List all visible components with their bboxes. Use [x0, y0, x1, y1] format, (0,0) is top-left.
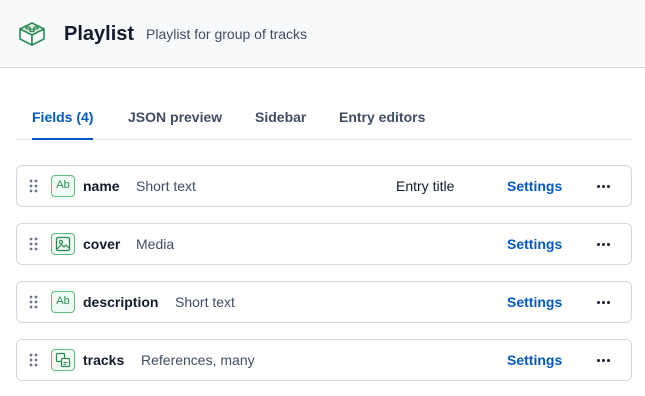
tab-bar: Fields (4) JSON preview Sidebar Entry ed…: [16, 98, 632, 140]
text-icon: Ab: [51, 175, 75, 197]
field-type: Short text: [136, 178, 196, 194]
tab-sidebar[interactable]: Sidebar: [255, 98, 306, 139]
field-row-tracks[interactable]: tracks References, many Settings: [16, 339, 632, 381]
entry-title-label: Entry title: [396, 178, 455, 194]
media-icon: [51, 233, 75, 255]
field-name: name: [83, 178, 120, 194]
more-actions-icon[interactable]: [595, 235, 615, 253]
text-icon-label: Ab: [56, 179, 70, 191]
field-type: Media: [136, 236, 175, 252]
field-name: description: [83, 294, 159, 310]
field-type: Short text: [175, 294, 235, 310]
tab-fields[interactable]: Fields (4): [32, 98, 94, 140]
references-icon: [51, 349, 75, 371]
tab-json-preview[interactable]: JSON preview: [128, 98, 222, 139]
field-row-description[interactable]: Ab description Short text Settings: [16, 281, 632, 323]
settings-button[interactable]: Settings: [507, 293, 562, 311]
settings-button[interactable]: Settings: [507, 235, 562, 253]
settings-button[interactable]: Settings: [507, 351, 562, 369]
field-name: cover: [83, 236, 121, 252]
more-actions-icon[interactable]: [595, 177, 615, 195]
content-type-icon: [19, 22, 45, 46]
drag-handle-icon[interactable]: [29, 237, 39, 251]
field-name: tracks: [83, 352, 125, 368]
page-title: Playlist: [64, 23, 135, 45]
text-icon: Ab: [51, 291, 75, 313]
drag-handle-icon[interactable]: [29, 179, 39, 193]
content-type-description: Playlist for group of tracks: [146, 26, 308, 42]
field-type: References, many: [141, 352, 255, 368]
field-row-cover[interactable]: cover Media Settings: [16, 223, 632, 265]
drag-handle-icon[interactable]: [29, 353, 39, 367]
text-icon-label: Ab: [56, 295, 70, 307]
drag-handle-icon[interactable]: [29, 295, 39, 309]
field-row-name[interactable]: Ab name Short text Entry title Settings: [16, 165, 632, 207]
more-actions-icon[interactable]: [595, 293, 615, 311]
more-actions-icon[interactable]: [595, 351, 615, 369]
content-type-header: Playlist Playlist for group of tracks: [0, 0, 645, 68]
settings-button[interactable]: Settings: [507, 177, 562, 195]
tab-entry-editors[interactable]: Entry editors: [339, 98, 425, 139]
